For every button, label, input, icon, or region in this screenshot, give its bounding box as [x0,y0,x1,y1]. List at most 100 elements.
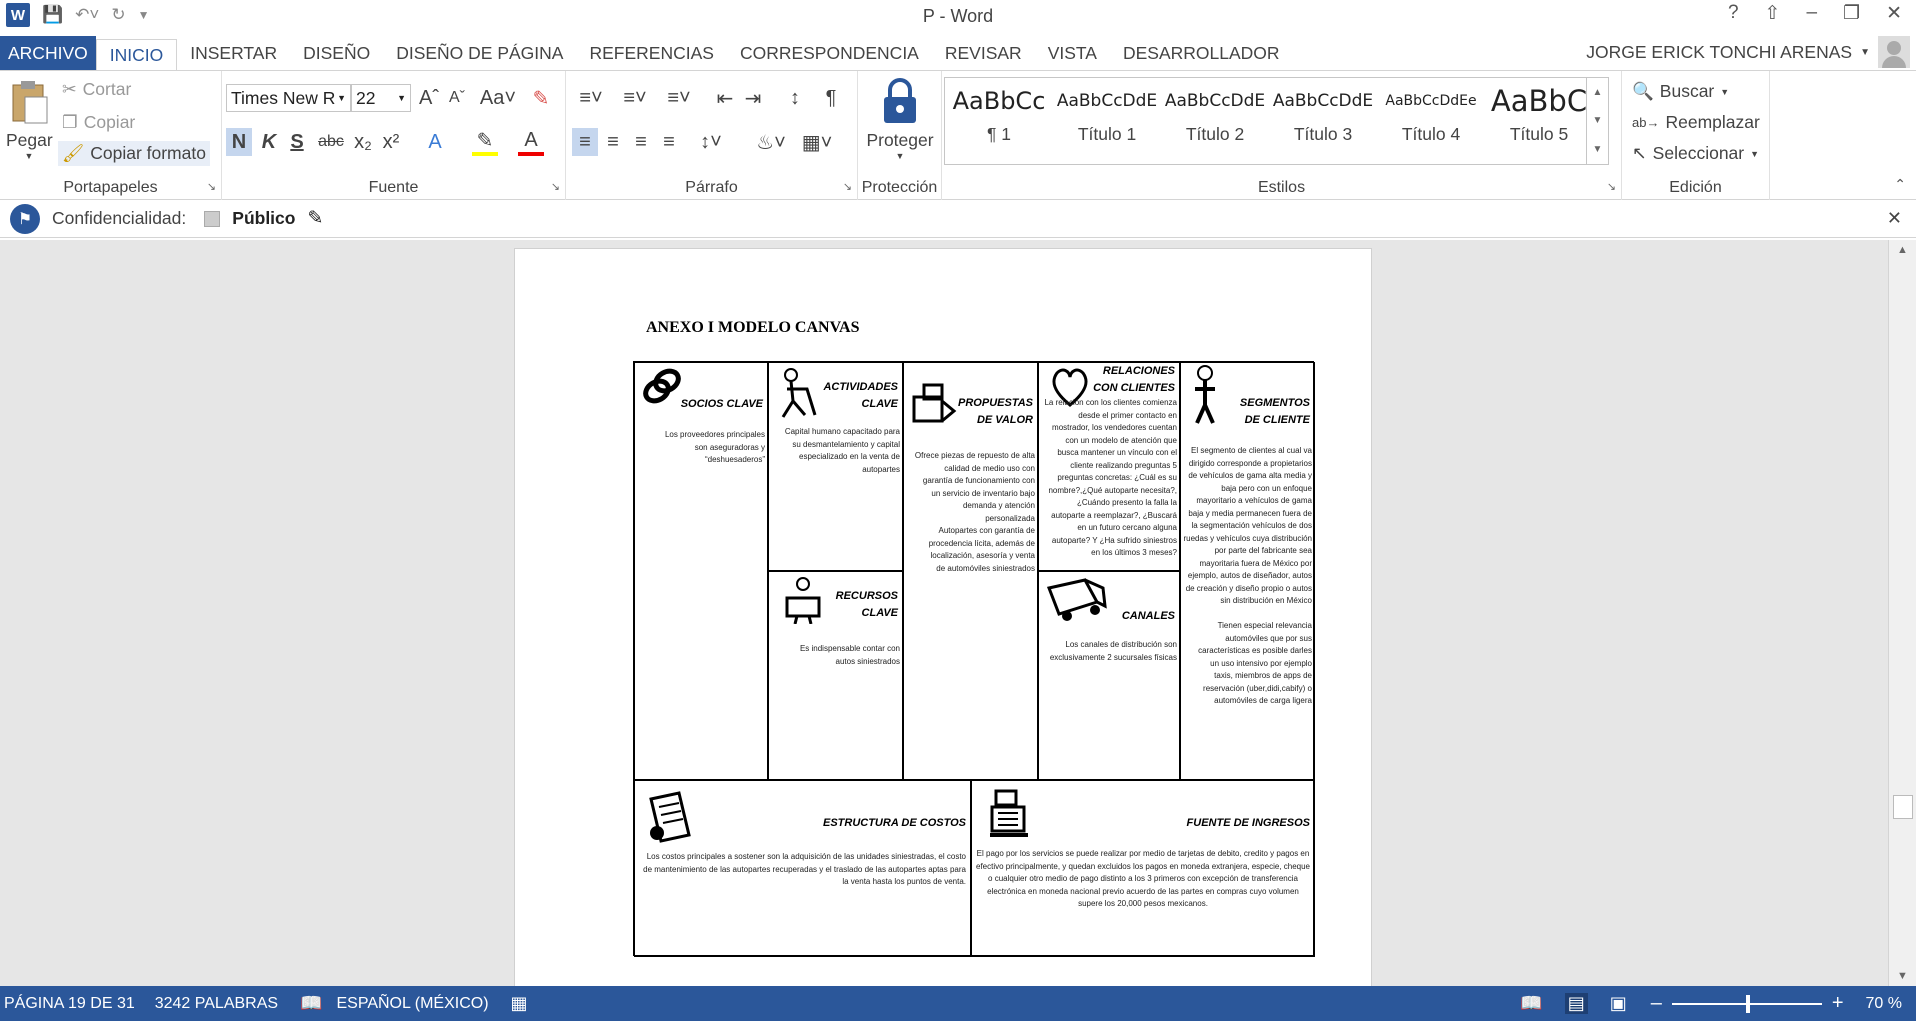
zoom-slider-thumb[interactable] [1745,994,1750,1013]
style-titulo-5[interactable]: AaBbC Título 5 [1485,78,1593,164]
shading-icon[interactable]: ♨˅ [752,128,790,156]
dialog-launcher-icon[interactable]: ↘ [843,180,852,193]
zoom-slider[interactable] [1671,994,1822,1013]
multilevel-list-icon[interactable]: ≡˅ [660,84,698,112]
font-size-combo[interactable]: 22 ▼ [351,84,411,112]
close-icon[interactable]: ✕ [1886,2,1902,25]
zoom-level[interactable]: 70 % [1866,995,1902,1013]
canvas-title: DE CLIENTE [1244,414,1310,426]
canvas-recursos-clave: RECURSOS CLAVE Es indispensable contar co… [768,571,903,780]
collapse-ribbon-icon[interactable]: ⌃ [1894,176,1906,193]
user-account[interactable]: JORGE ERICK TONCHI ARENAS ▼ [1586,36,1910,68]
gift-boxes-icon [912,383,957,423]
canvas-title: CLAVE [861,607,898,619]
vertical-scrollbar[interactable]: ▲ ▼ [1888,240,1916,986]
restore-icon[interactable]: ❐ [1843,2,1860,25]
tab-desarrollador[interactable]: DESARROLLADOR [1110,38,1293,70]
zoom-out-icon[interactable]: – [1651,992,1662,1015]
clear-format-icon[interactable]: ✎ [528,84,554,112]
print-layout-icon[interactable]: ▤ [1564,993,1588,1014]
more-styles-icon[interactable]: ▼ [1593,144,1603,155]
scroll-thumb[interactable] [1893,795,1913,819]
minimize-icon[interactable]: – [1806,2,1817,25]
dialog-launcher-icon[interactable]: ↘ [207,180,216,193]
web-layout-icon[interactable]: ▣ [1610,993,1627,1014]
style-name: Título 4 [1401,124,1461,144]
dialog-launcher-icon[interactable]: ↘ [1607,180,1616,193]
superscript-icon[interactable]: x² [378,128,404,156]
font-name-combo[interactable]: Times New R ▼ [226,84,351,112]
tab-vista[interactable]: VISTA [1035,38,1110,70]
scroll-down-icon[interactable]: ▼ [1897,970,1908,982]
tab-revisar[interactable]: REVISAR [932,38,1035,70]
align-right-icon[interactable]: ≡ [628,128,654,156]
style-name: Título 1 [1077,124,1137,144]
tab-correspondencia[interactable]: CORRESPONDENCIA [727,38,932,70]
text-effects-icon[interactable]: A [422,128,448,156]
tab-insertar[interactable]: INSERTAR [177,38,290,70]
decrease-indent-icon[interactable]: ⇤ [712,84,738,112]
scroll-down-icon[interactable]: ▼ [1593,115,1603,126]
close-infobar-icon[interactable]: ✕ [1887,208,1902,229]
canvas-propuestas-valor: PROPUESTAS DE VALOR Ofrece piezas de repu… [903,362,1038,780]
protect-button[interactable]: Proteger ▼ [862,77,938,161]
cut-button[interactable]: ✂ Cortar [62,79,131,100]
grow-font-icon[interactable]: Aˆ [416,84,442,112]
scroll-up-icon[interactable]: ▲ [1593,87,1603,98]
subscript-icon[interactable]: x₂ [350,128,376,156]
document-page[interactable]: ANEXO I MODELO CANVAS SOCIOS CLAVE Los p… [514,248,1372,986]
dialog-launcher-icon[interactable]: ↘ [551,180,560,193]
style-titulo-2[interactable]: AaBbCcDdE Título 2 [1161,78,1269,164]
style-normal[interactable]: AaBbCc ¶ 1 [945,78,1053,164]
classification-value[interactable]: Público [232,208,295,229]
numbering-icon[interactable]: ≡˅ [616,84,654,112]
replace-button[interactable]: ab→ Reemplazar [1632,112,1760,133]
edit-pencil-icon[interactable]: ✎ [307,207,323,230]
find-button[interactable]: 🔍 Buscar ▼ [1632,81,1729,102]
borders-icon[interactable]: ▦˅ [798,128,836,156]
change-case-icon[interactable]: Aa˅ [478,84,518,112]
font-color-icon[interactable]: A [518,128,544,156]
tab-referencias[interactable]: REFERENCIAS [576,38,726,70]
language-indicator[interactable]: ESPAÑOL (MÉXICO) [337,995,489,1013]
align-left-icon[interactable]: ≡ [572,128,598,156]
group-label: Párrafo [685,179,738,196]
word-count[interactable]: 3242 PALABRAS [155,995,278,1013]
scroll-up-icon[interactable]: ▲ [1897,244,1908,256]
show-marks-icon[interactable]: ¶ [818,84,844,112]
highlight-icon[interactable]: ✎ [472,128,498,156]
paste-button[interactable]: Pegar ▼ [6,79,53,161]
canvas-title: FUENTE DE INGRESOS [1186,817,1310,829]
tab-inicio[interactable]: INICIO [95,39,178,71]
shrink-font-icon[interactable]: Aˇ [444,84,470,112]
style-titulo-4[interactable]: AaBbCcDdEe Título 4 [1377,78,1485,164]
tab-diseno[interactable]: DISEÑO [290,38,383,70]
bullets-icon[interactable]: ≡˅ [572,84,610,112]
page-count[interactable]: PÁGINA 19 DE 31 [4,995,135,1013]
justify-icon[interactable]: ≡ [656,128,682,156]
align-center-icon[interactable]: ≡ [600,128,626,156]
sort-icon[interactable]: ↕ [782,84,808,112]
truck-icon [1046,578,1107,621]
format-painter-button[interactable]: 🖌 Copiar formato [58,141,210,166]
style-titulo-3[interactable]: AaBbCcDdE Título 3 [1269,78,1377,164]
strikethrough-button[interactable]: abc [316,128,346,156]
styles-scrollbar: ▲ ▼ ▼ [1586,78,1608,164]
bold-button[interactable]: N [226,128,252,156]
copy-button[interactable]: ❐ Copiar [62,112,135,133]
styles-gallery: AaBbCc ¶ 1 AaBbCcDdE Título 1 AaBbCcDdE Tít… [944,77,1609,165]
tab-archivo[interactable]: ARCHIVO [0,36,96,70]
ribbon-display-icon[interactable]: ⇧ [1765,2,1781,25]
line-spacing-icon[interactable]: ↕˅ [692,128,730,156]
proofing-icon[interactable]: 📖 [300,993,322,1014]
tab-diseno-pagina[interactable]: DISEÑO DE PÁGINA [383,38,576,70]
italic-button[interactable]: K [256,128,282,156]
macro-icon[interactable]: ▦ [511,993,528,1014]
increase-indent-icon[interactable]: ⇥ [740,84,766,112]
read-mode-icon[interactable]: 📖 [1520,993,1542,1014]
select-button[interactable]: ↖ Seleccionar ▼ [1632,143,1759,164]
style-titulo-1[interactable]: AaBbCcDdE Título 1 [1053,78,1161,164]
help-icon[interactable]: ? [1728,2,1739,25]
underline-button[interactable]: S [284,128,310,156]
zoom-in-icon[interactable]: + [1832,992,1844,1015]
